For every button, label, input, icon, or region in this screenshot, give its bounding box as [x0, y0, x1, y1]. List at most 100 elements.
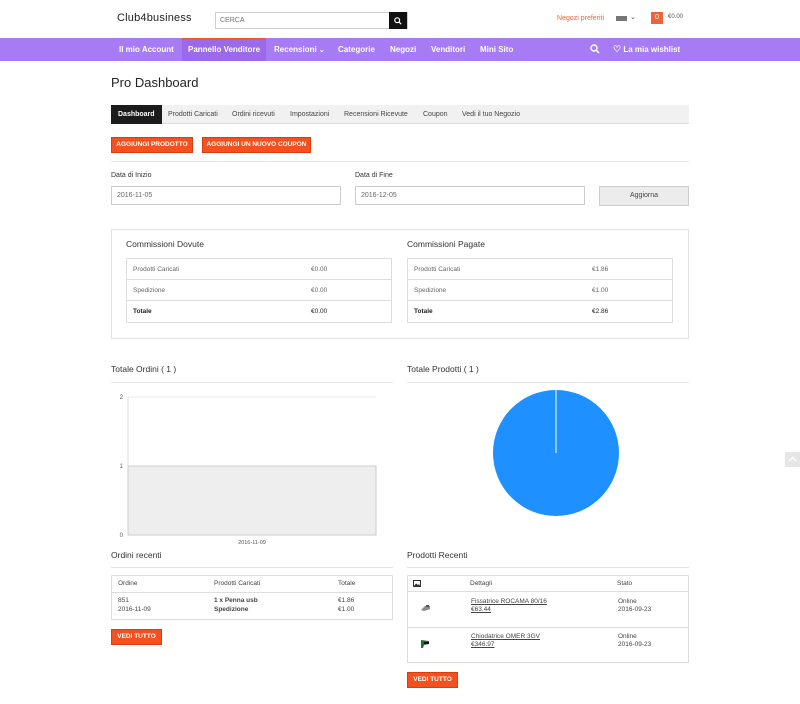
commissions-paid-table: Prodotti Caricati €1.86 Spedizione €1.00… — [407, 258, 673, 323]
recent-products-title: Prodotti Recenti — [407, 550, 468, 560]
commissions-due-title: Commissioni Dovute — [126, 239, 204, 249]
heart-icon: ♡ — [613, 44, 622, 54]
column-header: Dettagli — [470, 580, 493, 587]
product-name-link[interactable]: Fissatrice ROCAMA 80/16 — [471, 598, 547, 605]
product-date: 2016-09-23 — [618, 641, 652, 648]
scroll-to-top-button[interactable] — [785, 452, 800, 467]
table-row: Totale €0.00 — [127, 301, 391, 322]
tab-dashboard[interactable]: Dashboard — [111, 105, 162, 124]
top-header: Club4business Negozi preferiti ⌄ 0 €0.00 — [0, 0, 800, 38]
column-header: Stato — [617, 580, 633, 587]
end-date-input[interactable]: 2016-12-05 — [355, 186, 585, 205]
wishlist-link[interactable]: ♡ La mia wishlist — [613, 38, 680, 61]
add-coupon-button[interactable]: AGGIUNGI UN NUOVO COUPON — [202, 137, 311, 153]
product-name-link[interactable]: Chiodatrice OMER 3GV — [471, 633, 540, 640]
order-id[interactable]: 851 — [118, 597, 129, 604]
cart-count-badge[interactable]: 0 — [651, 12, 663, 24]
table-row: Prodotti Caricati €1.86 — [408, 259, 672, 280]
row-divider — [408, 591, 688, 592]
order-product-total: €1.86 — [338, 597, 355, 604]
start-date-input[interactable]: 2016-11-05 — [111, 186, 341, 205]
y-tick-label: 1 — [120, 464, 124, 470]
row-divider — [408, 627, 688, 628]
product-price[interactable]: €346.97 — [471, 641, 495, 648]
orders-bar-chart: 2 1 0 2016-11-09 — [120, 395, 377, 546]
language-flag-icon[interactable] — [616, 16, 627, 21]
row-value: €1.86 — [592, 266, 609, 273]
table-row: Spedizione €1.00 — [408, 280, 672, 301]
row-value: €1.00 — [592, 287, 609, 294]
add-product-button[interactable]: AGGIUNGI PRODOTTO — [111, 137, 193, 153]
search-icon[interactable] — [590, 44, 600, 54]
divider — [111, 161, 689, 162]
nav-item-vendors[interactable]: Venditori — [431, 38, 465, 61]
recent-orders-title: Ordini recenti — [111, 550, 162, 560]
bar — [127, 465, 377, 536]
table-row: Totale €2.86 — [408, 301, 672, 322]
nav-item-categories[interactable]: Categorie — [338, 38, 375, 61]
products-pie-chart — [493, 390, 619, 516]
dashboard-tabs: Dashboard Prodotti Caricati Ordini ricev… — [111, 105, 689, 124]
column-header: Ordine — [118, 580, 138, 587]
nav-item-shops[interactable]: Negozi — [390, 38, 416, 61]
row-divider — [112, 592, 392, 593]
chevron-up-icon — [788, 456, 797, 462]
nav-item-account[interactable]: Il mio Account — [119, 38, 174, 61]
start-date-label: Data di Inizio — [111, 172, 152, 179]
divider — [407, 382, 689, 383]
row-value: €0.00 — [311, 266, 328, 273]
commissions-paid-title: Commissioni Pagate — [407, 239, 485, 249]
recent-orders-table: Ordine Prodotti Caricati Totale 851 2016… — [111, 575, 393, 620]
table-row: Prodotti Caricati €0.00 — [127, 259, 391, 280]
tab-view-shop[interactable]: Vedi il tuo Negozio — [462, 105, 520, 124]
main-nav: Il mio Account Pannello Venditore Recens… — [0, 38, 800, 61]
product-price[interactable]: €63.44 — [471, 606, 491, 613]
total-orders-title: Totale Ordini ( 1 ) — [111, 364, 177, 374]
row-label: Totale — [133, 308, 152, 315]
row-value: €0.00 — [311, 308, 328, 315]
nav-item-reviews[interactable]: Recensioni ⌄ — [274, 38, 325, 61]
recent-products-table: Dettagli Stato Fissatrice ROCAMA 80/16 €… — [407, 575, 689, 663]
end-date-label: Data di Fine — [355, 172, 393, 179]
total-products-title: Totale Prodotti ( 1 ) — [407, 364, 479, 374]
row-value: €2.86 — [592, 308, 609, 315]
order-product: 1 x Penna usb — [214, 597, 258, 604]
tab-reviews-received[interactable]: Recensioni Ricevute — [344, 105, 408, 124]
y-tick-label: 2 — [120, 395, 124, 401]
commissions-due-table: Prodotti Caricati €0.00 Spedizione €0.00… — [126, 258, 392, 323]
search-button[interactable] — [389, 12, 407, 29]
view-all-products-button[interactable]: VEDI TUTTO — [407, 672, 458, 688]
order-shipping-total: €1.00 — [338, 606, 355, 613]
tab-settings[interactable]: Impostazioni — [290, 105, 329, 124]
nav-item-vendor-panel[interactable]: Pannello Venditore — [182, 38, 267, 61]
product-date: 2016-09-23 — [618, 606, 652, 613]
tab-coupon[interactable]: Coupon — [423, 105, 448, 124]
page-title: Pro Dashboard — [111, 75, 199, 90]
search-box — [215, 12, 408, 29]
nav-item-reviews-label: Recensioni — [274, 45, 317, 54]
product-thumbnail[interactable] — [420, 604, 431, 612]
order-date: 2016-11-09 — [118, 606, 151, 613]
product-thumbnail[interactable] — [420, 639, 431, 649]
chevron-down-icon[interactable]: ⌄ — [630, 13, 636, 21]
nav-item-mini-site[interactable]: Mini Sito — [480, 38, 513, 61]
view-all-orders-button[interactable]: VEDI TUTTO — [111, 629, 162, 645]
row-value: €0.00 — [311, 287, 328, 294]
search-input[interactable] — [216, 13, 390, 28]
row-label: Spedizione — [414, 287, 447, 294]
product-status: Online — [618, 598, 637, 605]
row-label: Totale — [414, 308, 433, 315]
table-row: Spedizione €0.00 — [127, 280, 391, 301]
product-status: Online — [618, 633, 637, 640]
image-icon — [413, 580, 421, 587]
favorite-shops-link[interactable]: Negozi preferiti — [557, 15, 604, 22]
divider — [407, 567, 689, 568]
search-icon — [394, 16, 402, 25]
tab-orders-received[interactable]: Ordini ricevuti — [232, 105, 275, 124]
update-button[interactable]: Aggiorna — [599, 186, 689, 206]
site-logo[interactable]: Club4business — [117, 12, 192, 24]
y-tick-label: 0 — [120, 533, 124, 539]
cart-total[interactable]: €0.00 — [668, 14, 683, 20]
tab-uploaded-products[interactable]: Prodotti Caricati — [168, 105, 218, 124]
row-label: Prodotti Caricati — [414, 266, 461, 273]
